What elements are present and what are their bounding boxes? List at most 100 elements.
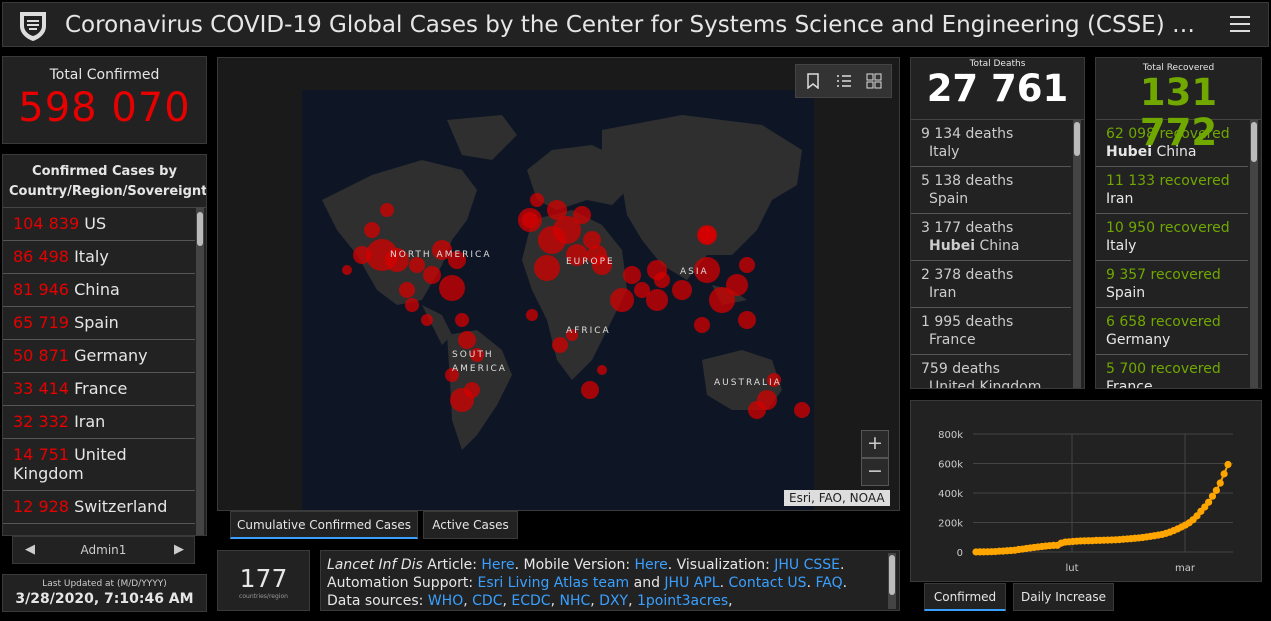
confirmed-list-title: Confirmed Cases by Country/Region/Sovere… — [3, 155, 206, 208]
data-point[interactable] — [1205, 498, 1213, 506]
world-map[interactable]: NORTH AMERICA EUROPE ASIA AFRICA SOUTH A… — [302, 90, 814, 510]
y-tick-label: 600k — [938, 460, 963, 471]
recovered-place: Spain — [1106, 285, 1146, 301]
deaths-list-item[interactable]: 5 138 deaths Spain — [911, 167, 1071, 214]
deaths-list-item[interactable]: 759 deaths United Kingdom — [911, 355, 1071, 388]
deaths-place: Italy — [929, 144, 960, 160]
confirmed-by-country-panel: Confirmed Cases by Country/Region/Sovere… — [2, 154, 207, 536]
source-nhc-link[interactable]: NHC — [559, 593, 590, 609]
deaths-region: Hubei — [929, 238, 975, 254]
map-toolbar — [795, 64, 892, 98]
confirmed-line-chart: 0 200k 400k 600k 800k lut mar — [938, 430, 1233, 574]
deaths-value: 1 995 — [921, 314, 962, 330]
confirmed-list-item[interactable]: 33 414 France — [3, 373, 195, 406]
tab-daily-increase[interactable]: Daily Increase — [1013, 583, 1114, 611]
info-text: and — [629, 575, 665, 591]
deaths-value: 3 177 — [921, 220, 962, 236]
jhu-apl-link[interactable]: JHU APL — [664, 575, 719, 591]
tab-cumulative-confirmed[interactable]: Cumulative Confirmed Cases — [230, 511, 418, 539]
legend-list-icon[interactable] — [836, 73, 852, 89]
confirmed-list-item[interactable]: 81 946 China — [3, 274, 195, 307]
data-point[interactable] — [1216, 479, 1224, 487]
deaths-value: 759 — [921, 361, 948, 377]
deaths-word: deaths — [965, 173, 1014, 189]
esri-living-atlas-link[interactable]: Esri Living Atlas team — [478, 575, 630, 591]
recovered-list-item[interactable]: 6 658 recovered Germany — [1096, 308, 1248, 355]
recovered-place: Iran — [1106, 191, 1134, 207]
faq-link[interactable]: FAQ — [815, 575, 842, 591]
deaths-place: Iran — [929, 285, 957, 301]
recovered-list-item[interactable]: 11 133 recovered Iran — [1096, 167, 1248, 214]
source-dxy-link[interactable]: DXY — [599, 593, 628, 609]
page-title: Coronavirus COVID-19 Global Cases by the… — [65, 12, 1205, 38]
deaths-scrollbar[interactable] — [1073, 120, 1081, 388]
recovered-value: 6 658 — [1106, 314, 1147, 330]
recovered-word: recovered — [1159, 220, 1230, 236]
source-ecdc-link[interactable]: ECDC — [511, 593, 550, 609]
source-1point3acres-link[interactable]: 1point3acres — [637, 593, 728, 609]
recovered-region: Hubei — [1106, 144, 1152, 160]
deaths-list-item[interactable]: 3 177 deaths Hubei China — [911, 214, 1071, 261]
contact-us-link[interactable]: Contact US — [729, 575, 807, 591]
countries-count-panel: 177 countries/region — [217, 550, 310, 611]
hamburger-menu-icon[interactable] — [1230, 16, 1250, 34]
pager-next-icon[interactable]: ▶ — [174, 542, 184, 557]
map-label-australia: AUSTRALIA — [714, 378, 782, 388]
recovered-list-item[interactable]: 62 098 recovered Hubei China — [1096, 120, 1248, 167]
data-point[interactable] — [1224, 460, 1232, 469]
data-point[interactable] — [1208, 492, 1217, 500]
deaths-list-item[interactable]: 2 378 deaths Iran — [911, 261, 1071, 308]
tab-active-cases[interactable]: Active Cases — [423, 511, 518, 539]
confirmed-list-item[interactable]: 104 839 US — [3, 208, 195, 241]
confirmed-place: Switzerland — [74, 497, 168, 516]
map-label-north-america: NORTH AMERICA — [390, 250, 492, 260]
recovered-scrollbar[interactable] — [1250, 120, 1258, 388]
tab-confirmed[interactable]: Confirmed — [924, 583, 1006, 611]
confirmed-place: Spain — [74, 313, 119, 332]
confirmed-chart-panel: 0 200k 400k 600k 800k lut mar — [910, 400, 1262, 582]
article-link[interactable]: Here — [481, 557, 514, 573]
source-cdc-link[interactable]: CDC — [472, 593, 502, 609]
data-point[interactable] — [1212, 486, 1220, 494]
data-point[interactable] — [1220, 470, 1228, 478]
confirmed-place: Italy — [74, 247, 109, 266]
info-scrollbar[interactable] — [888, 553, 896, 609]
confirmed-list-scrollbar[interactable] — [196, 208, 204, 535]
recovered-place: China — [1156, 144, 1197, 160]
total-confirmed-value: 598 070 — [18, 85, 191, 131]
confirmed-value: 14 751 — [13, 445, 69, 464]
info-text: . Visualization: — [667, 557, 775, 573]
deaths-word: deaths — [965, 126, 1014, 142]
recovered-list-item[interactable]: 9 357 recovered Spain — [1096, 261, 1248, 308]
map-attribution: Esri, FAO, NOAA — [784, 490, 890, 506]
y-tick-label: 0 — [957, 548, 963, 559]
confirmed-list-item[interactable]: 65 719 Spain — [3, 307, 195, 340]
info-text: Data sources: — [327, 593, 428, 609]
source-who-link[interactable]: WHO — [428, 593, 463, 609]
deaths-list-item[interactable]: 1 995 deaths France — [911, 308, 1071, 355]
jhu-csse-link[interactable]: JHU CSSE — [774, 557, 840, 573]
confirmed-list-item[interactable]: 32 332 Iran — [3, 406, 195, 439]
mobile-version-link[interactable]: Here — [635, 557, 668, 573]
bookmark-icon[interactable] — [806, 73, 820, 89]
deaths-list-item[interactable]: 9 134 deaths Italy — [911, 120, 1071, 167]
list-pager: ◀ Admin1 ▶ — [12, 536, 195, 564]
confirmed-place: France — [74, 379, 128, 398]
confirmed-list-item[interactable]: 14 751 United Kingdom — [3, 439, 195, 491]
total-deaths-panel: Total Deaths 27 761 9 134 deaths Italy 5 1… — [910, 57, 1085, 389]
basemap-gallery-icon[interactable] — [866, 73, 882, 89]
confirmed-list-item[interactable]: 86 498 Italy — [3, 241, 195, 274]
jhu-shield-icon — [20, 12, 46, 41]
recovered-list-item[interactable]: 10 950 recovered Italy — [1096, 214, 1248, 261]
lancet-label: Lancet Inf Dis — [327, 557, 423, 573]
zoom-out-button[interactable]: − — [861, 458, 889, 486]
recovered-list-item[interactable]: 5 700 recovered France — [1096, 355, 1248, 388]
recovered-value: 9 357 — [1106, 267, 1147, 283]
confirmed-value: 81 946 — [13, 280, 69, 299]
zoom-in-button[interactable]: + — [861, 430, 889, 458]
confirmed-list-item[interactable]: 12 928 Switzerland — [3, 491, 195, 524]
confirmed-list-item[interactable]: 50 871 Germany — [3, 340, 195, 373]
map-label-south-america: SOUTH AMERICA — [452, 350, 507, 374]
last-updated-label: Last Updated at (M/D/YYYY) — [42, 579, 167, 589]
pager-label: Admin1 — [80, 543, 127, 557]
